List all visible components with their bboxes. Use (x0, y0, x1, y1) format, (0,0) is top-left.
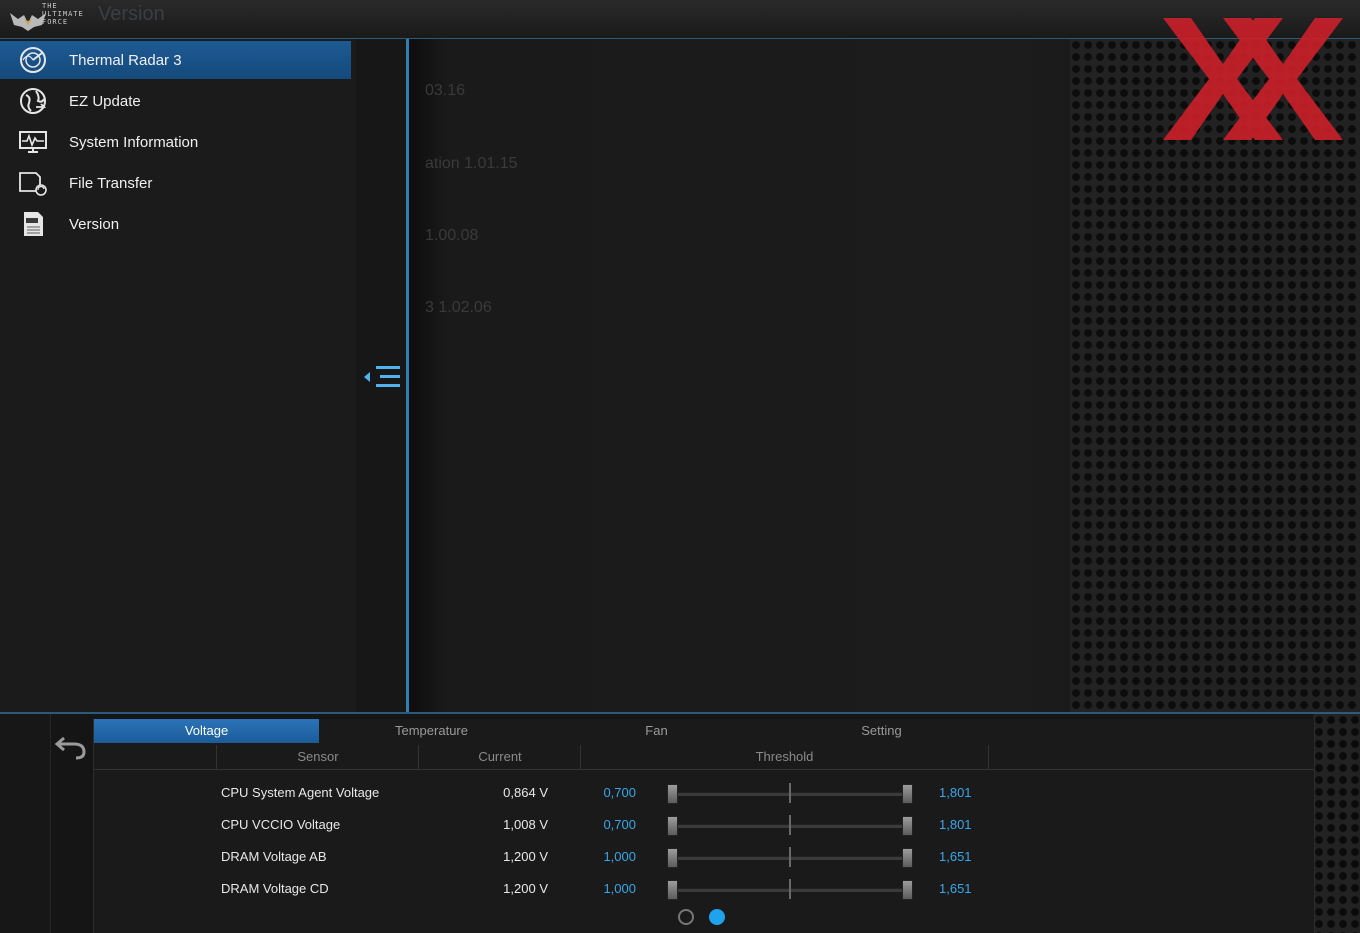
threshold-min: 1,000 (603, 881, 636, 896)
slider-min-handle[interactable] (667, 880, 678, 900)
header-sensor: Sensor (216, 745, 419, 769)
sidebar-item-system-information[interactable]: System Information (0, 123, 351, 161)
app-window: THE ULTIMATE FORCE Version Thermal Radar… (0, 0, 1360, 933)
sidebar-item-label: File Transfer (69, 175, 153, 192)
tab-voltage[interactable]: Voltage (94, 719, 319, 743)
threshold-max: 1,651 (939, 881, 972, 896)
window-title: Version (98, 3, 165, 25)
slider-marker (789, 879, 791, 899)
threshold-slider[interactable] (666, 783, 914, 804)
slider-max-handle[interactable] (902, 784, 913, 804)
sidebar-item-ez-update[interactable]: EZ Update (0, 82, 351, 120)
version-document-icon (24, 212, 43, 236)
bottom-left-strip (0, 714, 51, 933)
file-transfer-icon (19, 172, 47, 196)
current-value: 1,200 V (503, 881, 548, 896)
sidebar-item-file-transfer[interactable]: File Transfer (0, 164, 351, 202)
threshold-slider[interactable] (666, 815, 914, 836)
ghost-text: ation 1.01.15 (425, 155, 518, 172)
thermal-radar-panel: Voltage Temperature Fan Setting Sensor C… (0, 712, 1360, 933)
slider-min-handle[interactable] (667, 816, 678, 836)
sensor-name: DRAM Voltage AB (221, 849, 327, 864)
sensor-name: DRAM Voltage CD (221, 881, 329, 896)
globe-update-icon (20, 88, 47, 114)
page-dot-1[interactable] (678, 909, 694, 925)
threshold-min: 0,700 (603, 817, 636, 832)
threshold-slider[interactable] (666, 879, 914, 900)
page-dot-2[interactable] (709, 909, 725, 925)
slider-max-handle[interactable] (902, 880, 913, 900)
slider-min-handle[interactable] (667, 848, 678, 868)
table-row: CPU VCCIO Voltage 1,008 V 0,700 1,801 (94, 809, 1314, 841)
sidebar-item-version[interactable]: Version (0, 205, 351, 243)
ghost-text: 03.16 (425, 82, 466, 99)
tab-fan[interactable]: Fan (544, 719, 769, 743)
collapse-menu-icon[interactable] (362, 362, 404, 392)
xx-watermark-logo-icon (1163, 18, 1343, 140)
current-value: 0,864 V (503, 785, 548, 800)
tab-setting[interactable]: Setting (769, 719, 994, 743)
sensor-name: CPU VCCIO Voltage (221, 817, 341, 832)
table-row: CPU System Agent Voltage 0,864 V 0,700 1… (94, 777, 1314, 809)
slider-min-handle[interactable] (667, 784, 678, 804)
ghost-text: 1.00.08 (425, 227, 479, 244)
table-row: DRAM Voltage AB 1,200 V 1,000 1,651 (94, 841, 1314, 873)
sidebar-item-label: EZ Update (69, 93, 141, 110)
sidebar: Thermal Radar 3 EZ Update System Informa… (0, 39, 357, 712)
threshold-min: 0,700 (603, 785, 636, 800)
ghost-text: 3 1.02.06 (425, 299, 492, 316)
table-header: Sensor Current Threshold (94, 745, 1314, 770)
threshold-min: 1,000 (603, 849, 636, 864)
sidebar-item-label: Thermal Radar 3 (69, 52, 182, 69)
slider-marker (789, 847, 791, 867)
header-threshold: Threshold (580, 745, 989, 769)
slider-marker (789, 783, 791, 803)
slider-marker (789, 815, 791, 835)
threshold-max: 1,651 (939, 849, 972, 864)
slider-max-handle[interactable] (902, 816, 913, 836)
radar-icon (20, 47, 46, 73)
current-value: 1,008 V (503, 817, 548, 832)
sidebar-item-label: Version (69, 216, 120, 233)
mesh-texture (1313, 714, 1360, 933)
title-bar: THE ULTIMATE FORCE Version (0, 0, 1360, 39)
threshold-max: 1,801 (939, 785, 972, 800)
slider-max-handle[interactable] (902, 848, 913, 868)
tab-temperature[interactable]: Temperature (319, 719, 544, 743)
logo-text: THE ULTIMATE FORCE (42, 2, 84, 26)
sensor-name: CPU System Agent Voltage (221, 785, 380, 800)
sensor-panel: Voltage Temperature Fan Setting Sensor C… (93, 719, 1315, 933)
sidebar-item-label: System Information (69, 134, 199, 151)
table-row: DRAM Voltage CD 1,200 V 1,000 1,651 (94, 873, 1314, 905)
current-value: 1,200 V (503, 849, 548, 864)
monitor-pulse-icon (19, 131, 47, 153)
threshold-slider[interactable] (666, 847, 914, 868)
back-arrow-icon[interactable] (54, 732, 88, 762)
sidebar-item-thermal-radar[interactable]: Thermal Radar 3 (0, 41, 351, 79)
threshold-max: 1,801 (939, 817, 972, 832)
header-current: Current (418, 745, 581, 769)
